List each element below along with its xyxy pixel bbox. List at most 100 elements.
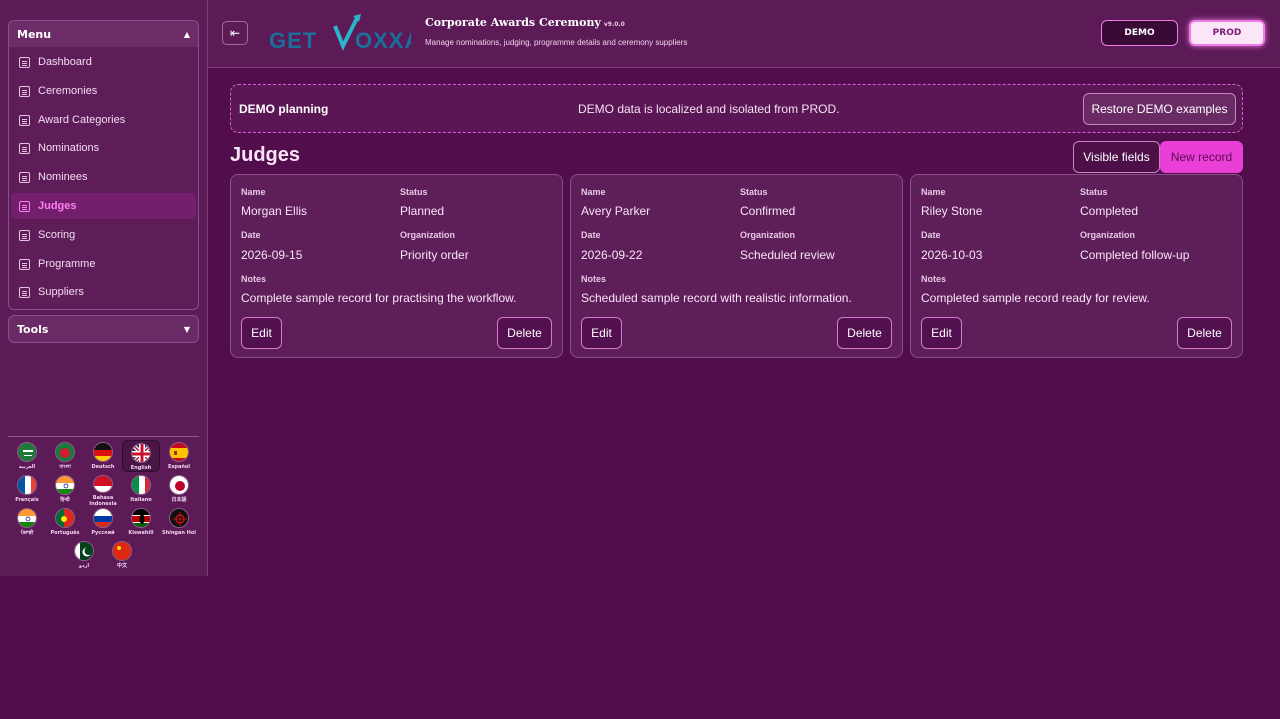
app-subtitle: Manage nominations, judging, programme d… <box>425 38 688 47</box>
language-swahili[interactable]: Kiswahili <box>122 508 160 540</box>
sidebar-item-nominees[interactable]: Nominees <box>11 164 196 190</box>
menu-panel: Menu ▲ Dashboard Ceremonies Award Catego… <box>8 20 199 310</box>
status-label: Status <box>740 187 768 197</box>
new-record-button[interactable]: New record <box>1160 141 1243 173</box>
name-value: Avery Parker <box>581 204 651 218</box>
restore-demo-button[interactable]: Restore DEMO examples <box>1083 93 1236 125</box>
language-label: ਪੰਜਾਬੀ <box>20 530 34 536</box>
language-english[interactable]: English <box>122 440 160 472</box>
flag-china-icon <box>112 541 132 561</box>
edit-button[interactable]: Edit <box>581 317 622 349</box>
language-french[interactable]: Français <box>8 475 46 507</box>
organization-value: Completed follow-up <box>1080 248 1190 262</box>
chevron-up-icon: ▲ <box>183 29 190 39</box>
date-value: 2026-09-15 <box>241 248 303 262</box>
sidebar-item-ceremonies[interactable]: Ceremonies <box>11 78 196 104</box>
language-bengali[interactable]: বাংলা <box>46 442 84 474</box>
sidebar-item-award-categories[interactable]: Award Categories <box>11 107 196 133</box>
organization-label: Organization <box>400 230 456 240</box>
status-label: Status <box>400 187 428 197</box>
flag-india-icon <box>17 508 37 528</box>
name-label: Name <box>581 187 606 197</box>
edit-button[interactable]: Edit <box>921 317 962 349</box>
flag-france-icon <box>17 475 37 495</box>
sidebar-item-label: Suppliers <box>38 286 84 298</box>
language-arabic[interactable]: العربية <box>8 442 46 474</box>
flag-indonesia-icon <box>93 475 113 493</box>
language-label: English <box>130 465 152 471</box>
language-klingon[interactable]: Shingan Hol <box>160 508 198 540</box>
svg-text:OXXA: OXXA <box>355 28 411 53</box>
language-japanese[interactable]: 日本語 <box>160 475 198 507</box>
list-icon <box>19 56 30 68</box>
language-italian[interactable]: Italiano <box>122 475 160 507</box>
language-chinese[interactable]: 中文 <box>103 541 141 573</box>
status-label: Status <box>1080 187 1108 197</box>
list-icon <box>19 85 30 97</box>
demo-banner: DEMO planning DEMO data is localized and… <box>230 84 1243 133</box>
sidebar-item-label: Programme <box>38 258 96 270</box>
delete-button[interactable]: Delete <box>497 317 552 349</box>
date-label: Date <box>921 230 941 240</box>
organization-value: Scheduled review <box>740 248 835 262</box>
env-demo-button[interactable]: DEMO <box>1101 20 1178 46</box>
sidebar-item-programme[interactable]: Programme <box>11 251 196 277</box>
sidebar-item-label: Ceremonies <box>38 85 98 97</box>
language-german[interactable]: Deutsch <box>84 442 122 474</box>
banner-message: DEMO data is localized and isolated from… <box>578 102 840 116</box>
status-value: Planned <box>400 204 445 218</box>
list-icon <box>19 229 30 241</box>
env-prod-button[interactable]: PROD <box>1189 20 1265 46</box>
sidebar-item-dashboard[interactable]: Dashboard <box>11 49 196 75</box>
record-card: Name Riley Stone Status Completed Date 2… <box>910 174 1243 358</box>
language-spanish[interactable]: Español <box>160 442 198 474</box>
language-hindi[interactable]: हिन्दी <box>46 475 84 507</box>
language-label: Bahasa Indonesia <box>89 495 117 507</box>
language-label: Shingan Hol <box>161 530 197 536</box>
status-value: Confirmed <box>740 204 796 218</box>
language-label: Deutsch <box>91 464 115 470</box>
banner-title: DEMO planning <box>239 102 329 116</box>
language-label: Italiano <box>130 497 152 503</box>
language-urdu[interactable]: اردو <box>65 541 103 573</box>
flag-spain-icon <box>169 442 189 462</box>
svg-text:GET: GET <box>269 28 317 53</box>
delete-button[interactable]: Delete <box>837 317 892 349</box>
divider <box>8 436 199 437</box>
app-title: Corporate Awards Ceremony v9.0.0 <box>425 16 625 29</box>
collapse-sidebar-icon: ⇤ <box>229 26 241 40</box>
name-value: Morgan Ellis <box>241 204 308 218</box>
flag-japan-icon <box>169 475 189 495</box>
sidebar-item-judges[interactable]: Judges <box>11 193 196 219</box>
menu-title: Menu <box>17 27 52 41</box>
visible-fields-button[interactable]: Visible fields <box>1073 141 1160 173</box>
collapse-sidebar-button[interactable]: ⇤ <box>222 21 248 45</box>
flag-bangladesh-icon <box>55 442 75 462</box>
sidebar-item-nominations[interactable]: Nominations <box>11 135 196 161</box>
menu-header[interactable]: Menu ▲ <box>9 21 198 47</box>
edit-button[interactable]: Edit <box>241 317 282 349</box>
language-punjabi[interactable]: ਪੰਜਾਬੀ <box>8 508 46 540</box>
language-indonesian[interactable]: Bahasa Indonesia <box>84 475 122 507</box>
list-icon <box>19 171 30 183</box>
sidebar-item-scoring[interactable]: Scoring <box>11 222 196 248</box>
language-label: Español <box>167 464 191 470</box>
app-title-text: Corporate Awards Ceremony <box>425 16 601 29</box>
tools-panel-toggle[interactable]: Tools ▼ <box>8 315 199 343</box>
flag-saudi-arabia-icon <box>17 442 37 462</box>
date-value: 2026-09-22 <box>581 248 643 262</box>
organization-label: Organization <box>1080 230 1136 240</box>
flag-germany-icon <box>93 442 113 462</box>
flag-italy-icon <box>131 475 151 495</box>
date-value: 2026-10-03 <box>921 248 983 262</box>
notes-value: Completed sample record ready for review… <box>921 291 1150 305</box>
flag-pakistan-icon <box>74 541 94 561</box>
delete-button[interactable]: Delete <box>1177 317 1232 349</box>
sidebar-item-label: Nominees <box>38 171 88 183</box>
status-value: Completed <box>1080 204 1139 218</box>
language-portuguese[interactable]: Português <box>46 508 84 540</box>
sidebar-item-suppliers[interactable]: Suppliers <box>11 279 196 305</box>
sidebar: Menu ▲ Dashboard Ceremonies Award Catego… <box>0 0 208 576</box>
language-russian[interactable]: Русский <box>84 508 122 540</box>
language-label: বাংলা <box>59 464 71 470</box>
